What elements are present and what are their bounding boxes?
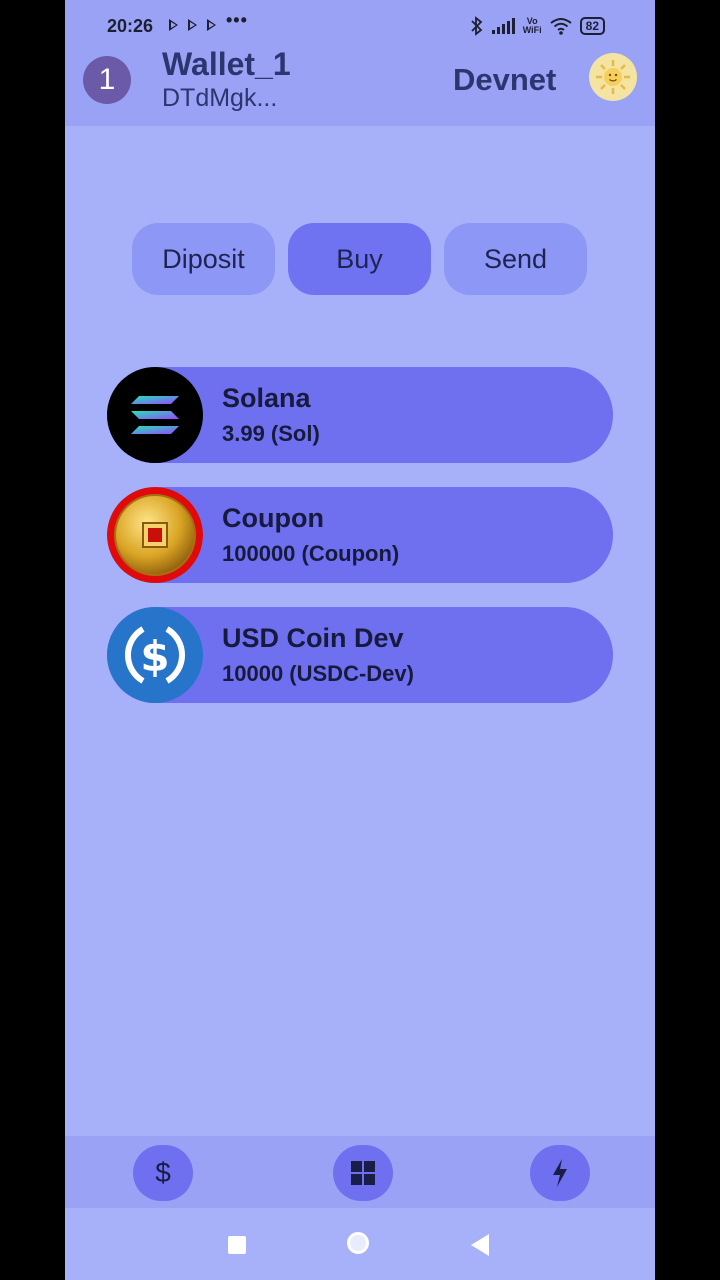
dollar-icon[interactable]: $ [133, 1145, 193, 1201]
network-selector[interactable]: Devnet [453, 62, 556, 98]
token-balance: 100000 (Coupon) [222, 541, 400, 566]
buy-button[interactable]: Buy [288, 223, 431, 295]
coupon-coin-icon [107, 487, 203, 583]
token-name: Solana [222, 383, 311, 413]
more-notifications-icon: ••• [226, 10, 248, 30]
recents-button[interactable] [228, 1236, 246, 1254]
token-item-solana[interactable]: Solana 3.99 (Sol) [107, 367, 613, 463]
signal-icon [491, 18, 515, 34]
grid-icon[interactable] [333, 1145, 393, 1201]
app-screen: 20:26 ••• Vo WiFi 82 1 Wallet_1 DTdMgk..… [65, 0, 655, 1280]
usdc-logo-icon: $ [107, 607, 203, 703]
media-notification-icon [207, 18, 216, 31]
solana-logo-icon [107, 367, 203, 463]
send-button[interactable]: Send [444, 223, 587, 295]
wallet-address[interactable]: DTdMgk... [162, 84, 277, 113]
vowifi-icon: Vo WiFi [522, 16, 542, 35]
media-notification-icon [188, 18, 197, 31]
token-balance: 3.99 (Sol) [222, 421, 320, 446]
wallet-name[interactable]: Wallet_1 [162, 46, 291, 83]
sun-avatar-icon[interactable] [589, 53, 637, 101]
lightning-icon[interactable] [530, 1145, 590, 1201]
battery-icon: 82 [579, 17, 605, 35]
notification-icons: ••• [169, 10, 248, 31]
token-balance: 10000 (USDC-Dev) [222, 661, 414, 686]
action-buttons: Diposit Buy Send [132, 223, 587, 295]
status-time: 20:26 [107, 16, 154, 36]
token-item-usdc[interactable]: $ USD Coin Dev 10000 (USDC-Dev) [107, 607, 613, 703]
token-name: USD Coin Dev [222, 623, 404, 653]
token-item-coupon[interactable]: Coupon 100000 (Coupon) [107, 487, 613, 583]
svg-text:$: $ [140, 632, 169, 681]
system-icons: Vo WiFi 82 [470, 16, 605, 36]
wifi-icon [550, 18, 572, 35]
app-header: 20:26 ••• Vo WiFi 82 1 Wallet_1 DTdMgk..… [65, 0, 655, 126]
media-notification-icon [169, 18, 178, 31]
wallet-number-badge[interactable]: 1 [83, 56, 131, 104]
system-navigation-bar [65, 1208, 655, 1280]
bottom-navigation: $ [65, 1136, 655, 1208]
deposit-button[interactable]: Diposit [132, 223, 275, 295]
back-button[interactable] [471, 1234, 489, 1256]
home-button[interactable] [347, 1232, 369, 1254]
bluetooth-icon [471, 16, 483, 36]
status-bar: 20:26 ••• Vo WiFi 82 [65, 0, 655, 52]
token-name: Coupon [222, 503, 324, 533]
